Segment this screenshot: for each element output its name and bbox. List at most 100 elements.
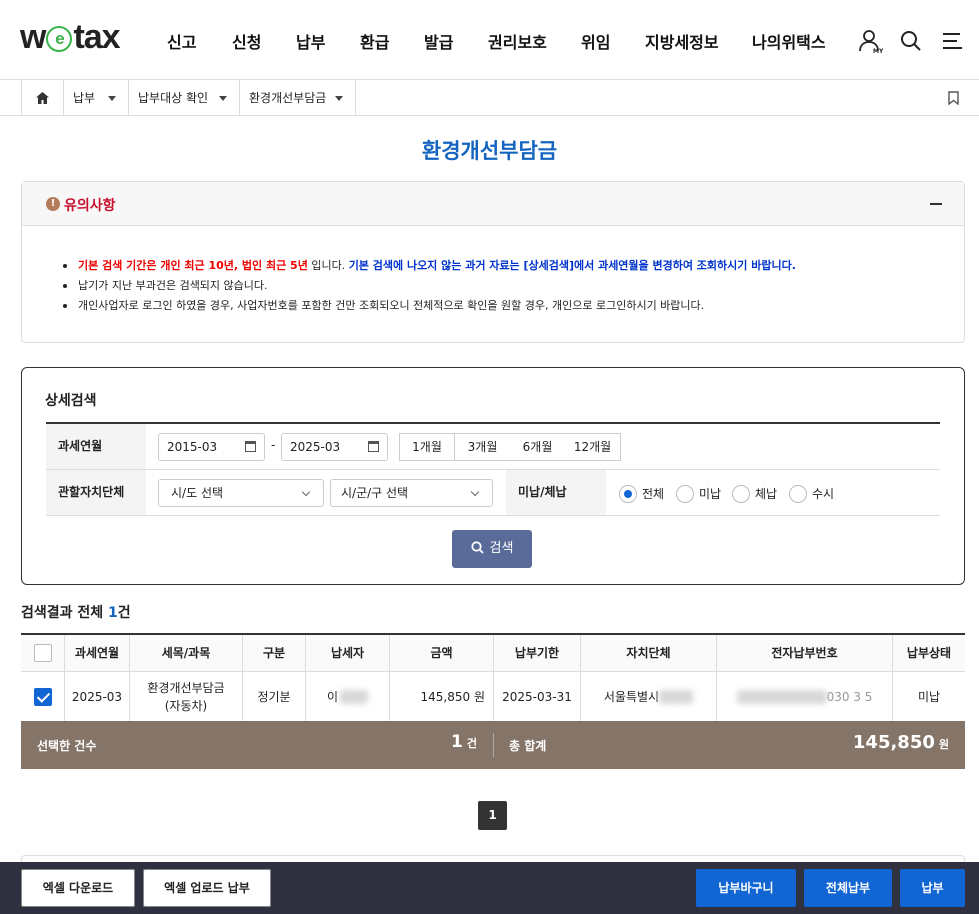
pay-all-button[interactable]: 전체납부 <box>804 869 892 907</box>
breadcrumb: 납부 납부대상 확인 환경개선부담금 <box>0 80 979 116</box>
period-3-month-button[interactable]: 3개월 <box>455 433 511 461</box>
my-label: MY <box>873 48 884 54</box>
notice-blue-text: 기본 검색에 나오지 않는 과거 자료는 [상세검색]에서 과세연월을 변경하여… <box>348 259 796 272</box>
nav-item-issue[interactable]: 발급 <box>424 29 453 53</box>
my-user-icon[interactable]: MY <box>858 28 884 55</box>
result-suffix: 건 <box>117 605 131 621</box>
footer-action-bar: 엑셀 다운로드 엑셀 업로드 납부 납부바구니 전체납부 납부 <box>0 862 979 914</box>
status-radio-label: 미납 <box>699 487 722 501</box>
notice-panel: ! 유의사항 기본 검색 기간은 개인 최근 10년, 법인 최근 5년 입니다… <box>21 181 965 343</box>
row-checkbox[interactable] <box>33 687 52 706</box>
page-1-button[interactable]: 1 <box>478 801 507 830</box>
search-button-label: 검색 <box>489 541 514 556</box>
tax-item-line2: (자동차) <box>164 698 208 713</box>
chevron-down-icon <box>219 96 227 101</box>
breadcrumb-item-env[interactable]: 환경개선부담금 <box>239 80 356 116</box>
cell-payer: 이 <box>305 672 389 721</box>
home-icon <box>36 92 49 104</box>
search-icon[interactable] <box>898 28 924 54</box>
cell-period: 2025-03 <box>64 672 129 721</box>
notice-header[interactable]: ! 유의사항 <box>22 182 964 226</box>
sido-select-value: 시/도 선택 <box>171 486 224 500</box>
currency-unit: 원 <box>938 738 949 751</box>
wetax-logo[interactable]: w e tax <box>20 18 121 57</box>
period-12-month-button[interactable]: 12개월 <box>565 433 621 461</box>
nav-item-refund[interactable]: 환급 <box>360 29 389 53</box>
column-header[interactable]: 납세자 <box>305 635 389 671</box>
notice-item: 기본 검색 기간은 개인 최근 10년, 법인 최근 5년 입니다. 기본 검색… <box>60 256 796 276</box>
menu-icon[interactable] <box>940 28 966 54</box>
logo-e-mark: e <box>46 26 73 52</box>
chevron-down-icon <box>301 487 311 497</box>
cell-amount: 145,850 원 <box>389 672 493 721</box>
status-radio-label: 체납 <box>755 487 778 501</box>
detailed-search-panel: 상세검색 과세연월 2015-03 - 2025-03 1개월 3개월 6개월 … <box>21 367 965 585</box>
calendar-icon[interactable] <box>245 441 256 452</box>
breadcrumb-label: 환경개선부담금 <box>249 91 327 105</box>
row-select-cell <box>21 672 64 721</box>
period-dash: - <box>271 438 276 452</box>
search-button[interactable]: 검색 <box>452 530 532 568</box>
status-radio-occasional[interactable] <box>789 485 807 503</box>
result-heading: 검색결과 전체 1건 <box>21 602 131 622</box>
page-title: 환경개선부담금 <box>421 139 558 163</box>
search-heading: 상세검색 <box>45 393 97 409</box>
summary-divider <box>493 733 494 757</box>
period-6-month-button[interactable]: 6개월 <box>510 433 566 461</box>
nav-item-delegation[interactable]: 위임 <box>581 29 610 53</box>
excel-upload-pay-button[interactable]: 엑셀 업로드 납부 <box>143 869 271 907</box>
cell-type: 정기분 <box>242 672 305 721</box>
pay-button[interactable]: 납부 <box>900 869 965 907</box>
status-radio-label: 전체 <box>642 487 665 501</box>
table-row[interactable]: 2025-03 환경개선부담금 (자동차) 정기분 이 145,850 원 202… <box>21 672 965 721</box>
bookmark-icon[interactable] <box>948 91 959 105</box>
payment-basket-button[interactable]: 납부바구니 <box>696 869 796 907</box>
column-header[interactable]: 자치단체 <box>580 635 716 671</box>
selection-summary-bar: 선택한 건수 1건 총 합계 145,850 원 <box>21 721 965 769</box>
total-label: 총 합계 <box>509 739 547 753</box>
nav-item-apply[interactable]: 신청 <box>232 29 261 53</box>
nav-item-local-tax-info[interactable]: 지방세정보 <box>645 29 719 53</box>
search-icon <box>470 541 484 554</box>
nav-item-report[interactable]: 신고 <box>167 29 196 53</box>
nav-item-pay[interactable]: 납부 <box>296 29 325 53</box>
sigungu-select-value: 시/군/구 선택 <box>341 486 409 500</box>
select-all-checkbox[interactable] <box>33 644 52 662</box>
column-header[interactable]: 세목/과목 <box>129 635 242 671</box>
nav-item-rights[interactable]: 권리보호 <box>488 29 547 53</box>
sido-select[interactable]: 시/도 선택 <box>158 479 324 507</box>
period-from-input[interactable]: 2015-03 <box>158 433 265 461</box>
collapse-icon[interactable] <box>930 203 942 205</box>
column-header[interactable]: 전자납부번호 <box>716 635 892 671</box>
status-radio-unpaid[interactable] <box>676 485 694 503</box>
period-to-input[interactable]: 2025-03 <box>281 433 388 461</box>
status-radio-overdue[interactable] <box>732 485 750 503</box>
column-header[interactable]: 구분 <box>242 635 305 671</box>
breadcrumb-label: 납부대상 확인 <box>138 91 209 105</box>
period-1-month-button[interactable]: 1개월 <box>399 433 455 461</box>
breadcrumb-item-check[interactable]: 납부대상 확인 <box>128 80 239 116</box>
result-prefix: 검색결과 전체 <box>21 605 109 621</box>
page: w e tax 신고 신청 납부 환급 발급 권리보호 위임 지방세정보 나의위택스… <box>0 0 979 914</box>
period-from-value: 2015-03 <box>167 440 218 454</box>
status-label: 미납/체납 <box>506 470 606 515</box>
notice-item: 납기가 지난 부과건은 검색되지 않습니다. <box>60 276 796 296</box>
column-header[interactable]: 납부기한 <box>493 635 580 671</box>
calendar-icon[interactable] <box>368 441 379 452</box>
logo-text-left: w <box>20 18 46 56</box>
breadcrumb-home[interactable] <box>21 80 63 116</box>
column-header[interactable]: 과세연월 <box>64 635 129 671</box>
status-radio-all[interactable] <box>619 485 637 503</box>
excel-download-button[interactable]: 엑셀 다운로드 <box>21 869 135 907</box>
period-label: 과세연월 <box>46 424 146 469</box>
search-row-region: 관할자치단체 시/도 선택 시/군/구 선택 미납/체납 전체 미납 체납 수시 <box>46 470 940 516</box>
column-header[interactable]: 납부상태 <box>892 635 965 671</box>
warning-icon: ! <box>46 197 60 211</box>
notice-item: 개인사업자로 로그인 하였을 경우, 사업자번호를 포함한 건만 조회되오니 전… <box>60 296 796 316</box>
result-table: 과세연월 세목/과목 구분 납세자 금액 납부기한 자치단체 전자납부번호 납부… <box>21 633 965 721</box>
column-header[interactable]: 금액 <box>389 635 493 671</box>
sigungu-select[interactable]: 시/군/구 선택 <box>330 479 493 507</box>
breadcrumb-item-pay[interactable]: 납부 <box>63 80 128 116</box>
nav-item-my-wetax[interactable]: 나의위택스 <box>752 29 826 53</box>
payer-visible-text: 이 <box>326 689 339 704</box>
